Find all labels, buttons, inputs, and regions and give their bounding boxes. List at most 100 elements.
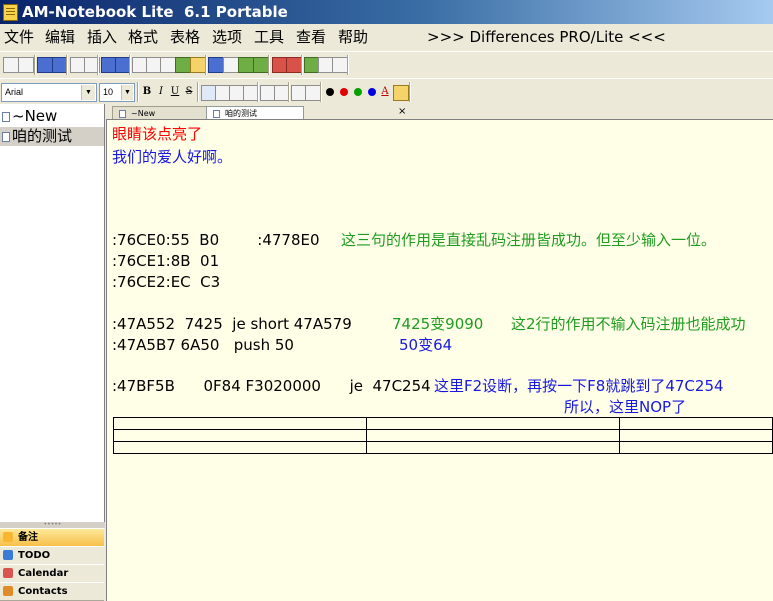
table-cell[interactable] xyxy=(113,417,367,430)
italic-button[interactable]: I xyxy=(155,84,167,99)
nav-label: Contacts xyxy=(18,586,68,597)
nav-label: Calendar xyxy=(18,568,69,579)
editor-comment: 这里F2设断，再按一下F8就跳到了47C254 xyxy=(434,377,724,395)
menu-options[interactable]: 选项 xyxy=(212,24,242,50)
menu-format[interactable]: 格式 xyxy=(128,24,158,50)
tree-item-new[interactable]: ~New xyxy=(0,107,104,126)
toolbar-separator xyxy=(205,55,207,75)
note-icon xyxy=(119,110,126,118)
table-cell[interactable] xyxy=(366,429,620,442)
editor-comment: 这三句的作用是直接乱码注册皆成功。但至少输入一位。 xyxy=(341,231,717,249)
delete-column-icon[interactable] xyxy=(286,57,302,73)
toolbar-separator xyxy=(301,55,303,75)
table-row xyxy=(113,417,773,430)
find-icon[interactable] xyxy=(190,57,206,73)
main-toolbar xyxy=(0,51,773,79)
tree-item-test[interactable]: 咱的测试 xyxy=(0,127,104,146)
table-cell[interactable] xyxy=(619,417,773,430)
font-family-value: Arial xyxy=(5,87,24,97)
editor-line: 我们的爱人好啊。 xyxy=(112,148,233,166)
table-props-icon[interactable] xyxy=(223,57,239,73)
close-icon[interactable]: × xyxy=(398,107,406,117)
table-cell[interactable] xyxy=(366,417,620,430)
spellcheck-icon[interactable] xyxy=(175,57,191,73)
toolbar-separator xyxy=(347,55,349,75)
insert-picture-icon[interactable] xyxy=(332,57,348,73)
note-tabs: ~New 咱的测试 × xyxy=(106,104,773,120)
editor-code: :47BF5B 0F84 F3020000 je 47C254 xyxy=(112,377,431,395)
app-notebook-icon xyxy=(3,4,18,21)
insert-table-icon[interactable] xyxy=(208,57,224,73)
menu-insert[interactable]: 插入 xyxy=(87,24,117,50)
nav-label: 备注 xyxy=(18,532,38,543)
editor-code: :76CE1:8B 01 xyxy=(112,252,220,270)
table-cell[interactable] xyxy=(619,441,773,454)
toolbar-separator xyxy=(288,82,290,102)
nav-todo-button[interactable]: TODO xyxy=(0,546,104,565)
table-cell[interactable] xyxy=(113,429,367,442)
new-note-icon[interactable] xyxy=(3,57,19,73)
nav-label: TODO xyxy=(18,550,51,561)
toolbar-separator xyxy=(268,55,270,75)
new-folder-icon[interactable] xyxy=(18,57,34,73)
insert-column-icon[interactable] xyxy=(253,57,269,73)
color-black-dot[interactable] xyxy=(326,88,334,96)
tab-test[interactable]: 咱的测试 xyxy=(206,106,304,120)
insert-row-icon[interactable] xyxy=(238,57,254,73)
table-cell[interactable] xyxy=(113,441,367,454)
toolbar-separator xyxy=(137,82,139,102)
differences-link[interactable]: >>> Differences PRO/Lite <<< xyxy=(427,24,666,50)
color-blue-dot[interactable] xyxy=(368,88,376,96)
editor-code: :76CE2:EC C3 xyxy=(112,273,221,291)
table-row xyxy=(113,429,773,442)
editor-table[interactable] xyxy=(113,417,773,454)
editor-code: :47A552 7425 je short 47A579 xyxy=(112,315,352,333)
menu-file[interactable]: 文件 xyxy=(4,24,34,50)
save-icon[interactable] xyxy=(37,57,53,73)
menu-edit[interactable]: 编辑 xyxy=(45,24,75,50)
color-red-dot[interactable] xyxy=(340,88,348,96)
font-size-select[interactable]: 10 ▼ xyxy=(99,83,135,102)
chevron-down-icon[interactable]: ▼ xyxy=(81,85,95,100)
note-icon xyxy=(2,132,10,142)
tab-new[interactable]: ~New xyxy=(112,106,210,120)
menu-view[interactable]: 查看 xyxy=(296,24,326,50)
editor-comment: 所以，这里NOP了 xyxy=(564,398,687,416)
menu-tools[interactable]: 工具 xyxy=(254,24,284,50)
note-icon xyxy=(3,532,13,542)
notes-tree: ~New 咱的测试 xyxy=(0,104,105,522)
strikethrough-button[interactable]: S xyxy=(183,84,195,99)
nav-calendar-button[interactable]: Calendar xyxy=(0,564,104,583)
font-family-select[interactable]: Arial ▼ xyxy=(1,83,97,102)
menu-table[interactable]: 表格 xyxy=(170,24,200,50)
note-editor[interactable]: 眼睛该点亮了 我们的爱人好啊。 :76CE0:55 B0 :4778E0 这三句… xyxy=(106,119,773,601)
table-cell[interactable] xyxy=(619,429,773,442)
editor-code: :47A5B7 6A50 push 50 xyxy=(112,336,294,354)
indent-icon[interactable] xyxy=(305,85,321,101)
underline-button[interactable]: U xyxy=(169,84,181,99)
nav-contacts-button[interactable]: Contacts xyxy=(0,582,104,601)
title-bar: AM-Notebook Lite 6.1 Portable xyxy=(0,0,773,24)
todo-icon xyxy=(3,550,13,560)
note-icon xyxy=(2,112,10,122)
highlight-icon[interactable] xyxy=(393,85,409,101)
table-cell[interactable] xyxy=(366,441,620,454)
editor-code: :76CE0:55 B0 :4778E0 xyxy=(112,231,320,249)
nav-notes-button[interactable]: 备注 xyxy=(0,528,104,547)
toolbar-separator xyxy=(34,55,36,75)
paste-icon[interactable] xyxy=(160,57,176,73)
toolbar-separator xyxy=(320,82,322,102)
bold-button[interactable]: B xyxy=(141,84,153,99)
toolbar-separator xyxy=(129,55,131,75)
calendar-icon xyxy=(3,568,13,578)
menu-bar: 文件 编辑 插入 格式 表格 选项 工具 查看 帮助 >>> Differenc… xyxy=(0,24,773,50)
font-color-icon[interactable]: A xyxy=(379,84,391,99)
font-size-value: 10 xyxy=(103,87,114,97)
table-row xyxy=(113,441,773,454)
chevron-down-icon[interactable]: ▼ xyxy=(121,85,133,100)
note-icon xyxy=(213,110,220,118)
color-green-dot[interactable] xyxy=(354,88,362,96)
editor-comment: 这2行的作用不输入码注册也能成功 xyxy=(511,315,746,333)
toolbar-separator xyxy=(197,82,199,102)
menu-help[interactable]: 帮助 xyxy=(338,24,368,50)
